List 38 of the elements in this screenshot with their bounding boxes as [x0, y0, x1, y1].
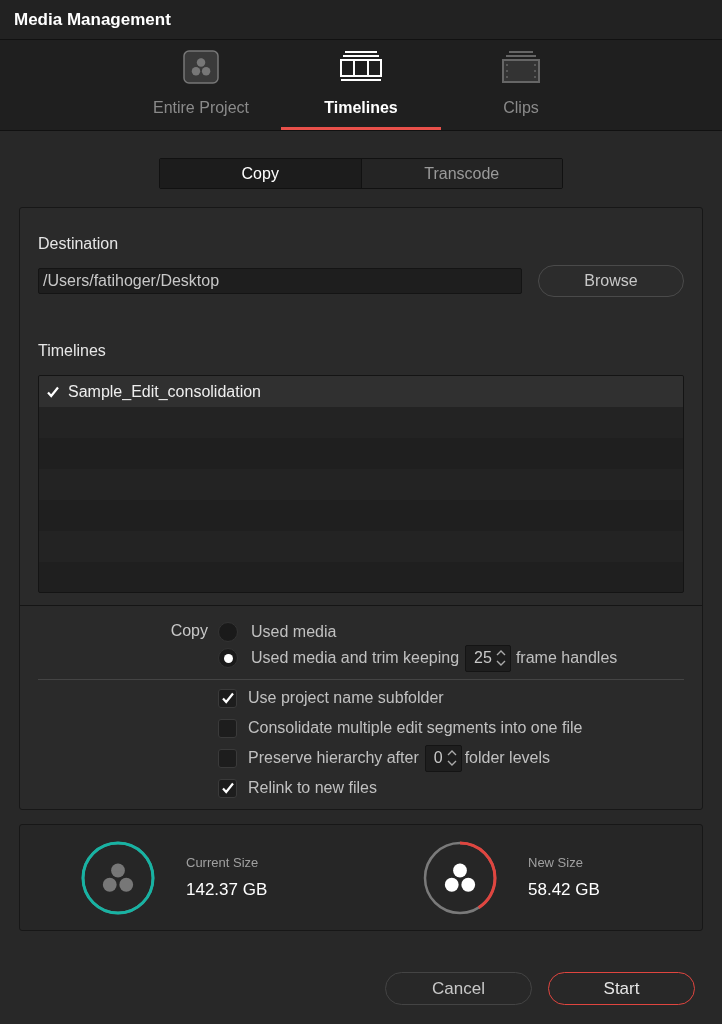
clip-icon — [501, 50, 541, 84]
option-label: Preserve hierarchy after — [248, 748, 419, 768]
mode-tab[interactable]: Copy — [160, 159, 361, 188]
size-value: 142.37 GB — [186, 878, 268, 901]
timeline-name: Sample_Edit_consolidation — [68, 381, 261, 402]
checkbox[interactable] — [218, 778, 237, 798]
filmstrip-icon — [339, 50, 383, 84]
destination-label: Destination — [38, 234, 120, 254]
path-field[interactable]: /Users/fatihoger/Desktop — [38, 268, 522, 294]
cancel-button[interactable]: Cancel — [385, 972, 532, 1005]
mode-tab[interactable]: Transcode — [360, 159, 562, 188]
option-label: folder levels — [464, 748, 550, 768]
copy-label: Copy — [170, 622, 208, 639]
logo-icon — [183, 50, 219, 84]
radio-button[interactable] — [218, 648, 238, 668]
size-label: Current Size — [186, 854, 260, 872]
option-label: Relink to new files — [248, 778, 377, 798]
number-spinner[interactable]: 0 — [424, 744, 462, 772]
start-button[interactable]: Start — [548, 972, 695, 1005]
option-label: Used media and trim keeping — [251, 648, 460, 668]
timelines-label: Timelines — [38, 341, 107, 361]
tab[interactable]: Entire Project — [121, 40, 281, 130]
option-label: Use project name subfolder — [248, 688, 444, 708]
browse-button[interactable]: Browse — [538, 265, 684, 297]
checkbox[interactable] — [218, 688, 237, 708]
option-label: Used media — [251, 622, 337, 642]
number-spinner[interactable]: 25 — [465, 644, 511, 672]
radio-button[interactable] — [218, 622, 238, 642]
option-label: frame handles — [515, 648, 618, 668]
timeline-row[interactable]: Sample_Edit_consolidation — [39, 376, 683, 407]
option-label: Consolidate multiple edit segments into one file — [248, 718, 583, 738]
checkbox[interactable] — [218, 748, 237, 768]
size-value: 58.42 GB — [528, 878, 600, 901]
tab[interactable]: Timelines — [281, 40, 441, 130]
size-label: New Size — [528, 854, 584, 872]
checkbox[interactable] — [218, 718, 237, 738]
window-title: Media Management — [14, 8, 171, 31]
tab[interactable]: Clips — [441, 40, 601, 130]
